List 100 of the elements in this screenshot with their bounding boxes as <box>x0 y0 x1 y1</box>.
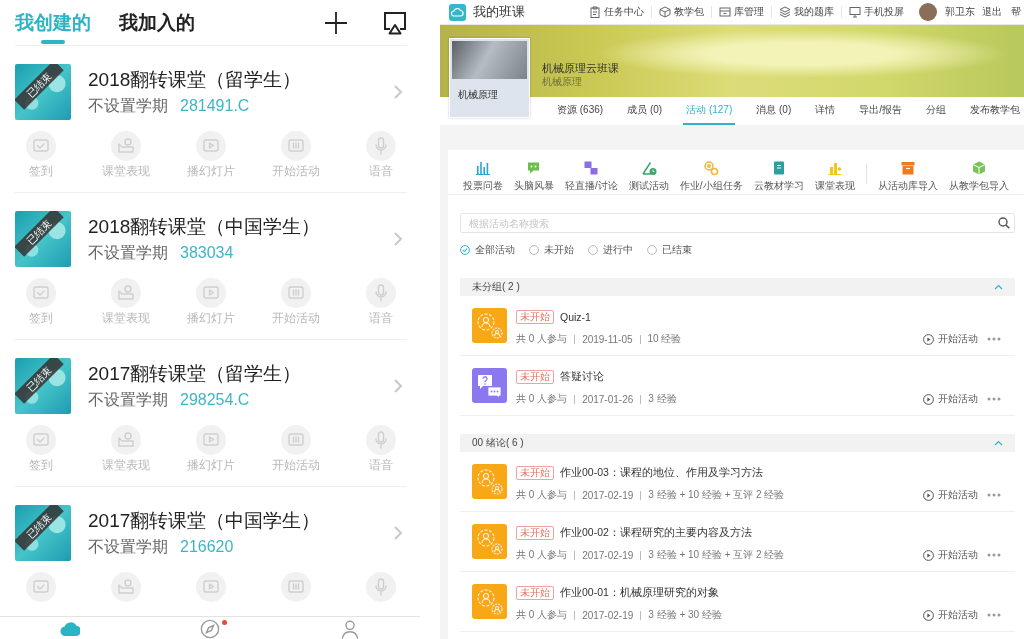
activity-title[interactable]: Quiz-1 <box>560 311 591 323</box>
tool-button[interactable]: 云教材学习 <box>753 160 804 192</box>
help-link[interactable]: 帮 <box>1011 5 1021 19</box>
gear-person-icon[interactable] <box>472 584 507 619</box>
meta-text: 2017-02-19 <box>582 549 634 561</box>
filter-option[interactable]: 未开始 <box>529 244 574 256</box>
chevron-right-icon[interactable] <box>393 231 403 247</box>
microphone-icon <box>366 425 396 455</box>
tool-button[interactable]: 作业/小组任务 <box>679 160 743 192</box>
play-circle-icon <box>923 333 934 345</box>
plus-icon[interactable] <box>325 11 347 34</box>
start-activity-button[interactable]: 开始活动 <box>923 608 978 622</box>
more-dots-icon[interactable] <box>987 613 1001 617</box>
person-card-icon[interactable] <box>111 572 141 602</box>
class-title[interactable]: 2018翻转课堂（中国学生） <box>88 215 393 239</box>
tab[interactable]: 消息 (0) <box>753 97 795 125</box>
more-dots-icon[interactable] <box>987 337 1001 341</box>
app-title: 我的班课 <box>473 3 525 21</box>
squares-icon <box>583 160 600 176</box>
group-header[interactable]: 00 绪论( 6 ) <box>460 434 1015 452</box>
tab[interactable]: 我加入的 <box>119 0 195 45</box>
play-circle-icon <box>923 549 934 561</box>
activity-title[interactable]: 作业00-02：课程研究的主要内容及方法 <box>560 526 752 540</box>
tab[interactable]: 详情 <box>812 97 839 125</box>
tool-button[interactable]: 测试活动 <box>628 160 669 192</box>
start-activity-button[interactable]: 开始活动 <box>923 392 978 406</box>
tab[interactable]: 分组 <box>923 97 950 125</box>
tool-button[interactable]: 投票问卷 <box>463 160 503 192</box>
cloud-logo-icon[interactable] <box>449 3 466 21</box>
more-dots-icon[interactable] <box>987 397 1001 401</box>
compass-icon[interactable] <box>200 619 220 639</box>
tab[interactable]: 发布教学包 <box>967 97 1024 125</box>
class-title[interactable]: 2017翻转课堂（中国学生） <box>88 509 393 533</box>
search-icon[interactable] <box>998 217 1010 229</box>
avatar[interactable] <box>919 3 937 21</box>
person-card-icon <box>111 425 141 455</box>
more-dots-icon[interactable] <box>987 493 1001 497</box>
tool-button[interactable]: 轻直播/讨论 <box>565 160 618 192</box>
activity-title[interactable]: 作业00-01：机械原理研究的对象 <box>560 586 719 600</box>
cloud-icon[interactable] <box>60 619 80 639</box>
term-label: 不设置学期 <box>88 96 168 116</box>
class-title[interactable]: 2017翻转课堂（留学生） <box>88 362 393 386</box>
meta-text: 2017-01-26 <box>582 393 634 405</box>
screen-cast-icon[interactable] <box>383 10 407 35</box>
start-activity-button[interactable]: 开始活动 <box>923 332 978 346</box>
gear-person-icon[interactable] <box>472 308 507 343</box>
import-button[interactable]: 从教学包导入 <box>948 160 1009 192</box>
chevron-right-icon[interactable] <box>393 84 403 100</box>
bars-screen-icon <box>281 131 311 161</box>
meta-text: 共 0 人参与 <box>516 548 568 562</box>
tool-button[interactable]: 头脑风暴 <box>514 160 554 192</box>
activity-title[interactable]: 作业00-03：课程的地位、作用及学习方法 <box>560 466 763 480</box>
chevron-right-icon[interactable] <box>393 525 403 541</box>
drawer-icon <box>719 6 731 18</box>
user-name[interactable]: 郭卫东 <box>945 5 975 19</box>
gears-icon <box>703 160 720 176</box>
filter-option[interactable]: 进行中 <box>588 244 633 256</box>
screen-check-icon[interactable] <box>26 572 56 602</box>
course-subtitle: 机械原理 <box>542 76 583 88</box>
nav-link[interactable]: 库管理 <box>711 6 771 18</box>
radio-icon[interactable] <box>647 245 657 255</box>
play-circle-icon <box>923 393 934 405</box>
course-card[interactable]: 机械原理 <box>449 38 530 118</box>
play-screen-icon <box>196 131 226 161</box>
radio-icon[interactable] <box>460 245 470 255</box>
class-title[interactable]: 2018翻转课堂（留学生） <box>88 68 393 92</box>
meta-text: 3 经验 + 30 经验 <box>648 608 722 622</box>
nav-link[interactable]: 我的题库 <box>771 6 841 18</box>
start-activity-button[interactable]: 开始活动 <box>923 488 978 502</box>
nav-link[interactable]: 任务中心 <box>582 6 651 18</box>
status-tag: 未开始 <box>516 526 554 540</box>
tab[interactable]: 资源 (636) <box>554 97 607 125</box>
filter-option[interactable]: 全部活动 <box>460 244 515 256</box>
gear-person-icon[interactable] <box>472 524 507 559</box>
radio-icon[interactable] <box>529 245 539 255</box>
nav-link[interactable]: 教学包 <box>651 6 711 18</box>
tab[interactable]: 成员 (0) <box>624 97 666 125</box>
tool-button[interactable]: 课堂表现 <box>814 160 855 192</box>
nav-link[interactable]: 手机投屏 <box>841 6 911 18</box>
more-dots-icon[interactable] <box>987 553 1001 557</box>
logout-link[interactable]: 退出 <box>982 5 1002 19</box>
status-tag: 未开始 <box>516 586 554 600</box>
bars-screen-icon[interactable] <box>281 572 311 602</box>
gear-person-icon[interactable] <box>472 464 507 499</box>
filter-option[interactable]: 已结束 <box>647 244 692 256</box>
chevron-right-icon[interactable] <box>393 378 403 394</box>
group-header[interactable]: 未分组( 2 ) <box>460 278 1015 296</box>
clipboard-icon <box>589 6 601 18</box>
microphone-icon[interactable] <box>366 572 396 602</box>
person-icon[interactable] <box>340 619 360 639</box>
screen-check-icon <box>26 425 56 455</box>
play-screen-icon <box>196 425 226 455</box>
activity-title[interactable]: 答疑讨论 <box>560 370 604 384</box>
tab[interactable]: 导出/报告 <box>856 97 906 125</box>
question-chat-icon[interactable] <box>472 368 507 403</box>
import-button[interactable]: 从活动库导入 <box>877 160 938 192</box>
play-screen-icon[interactable] <box>196 572 226 602</box>
start-activity-button[interactable]: 开始活动 <box>923 548 978 562</box>
bars-screen-icon <box>281 425 311 455</box>
radio-icon[interactable] <box>588 245 598 255</box>
